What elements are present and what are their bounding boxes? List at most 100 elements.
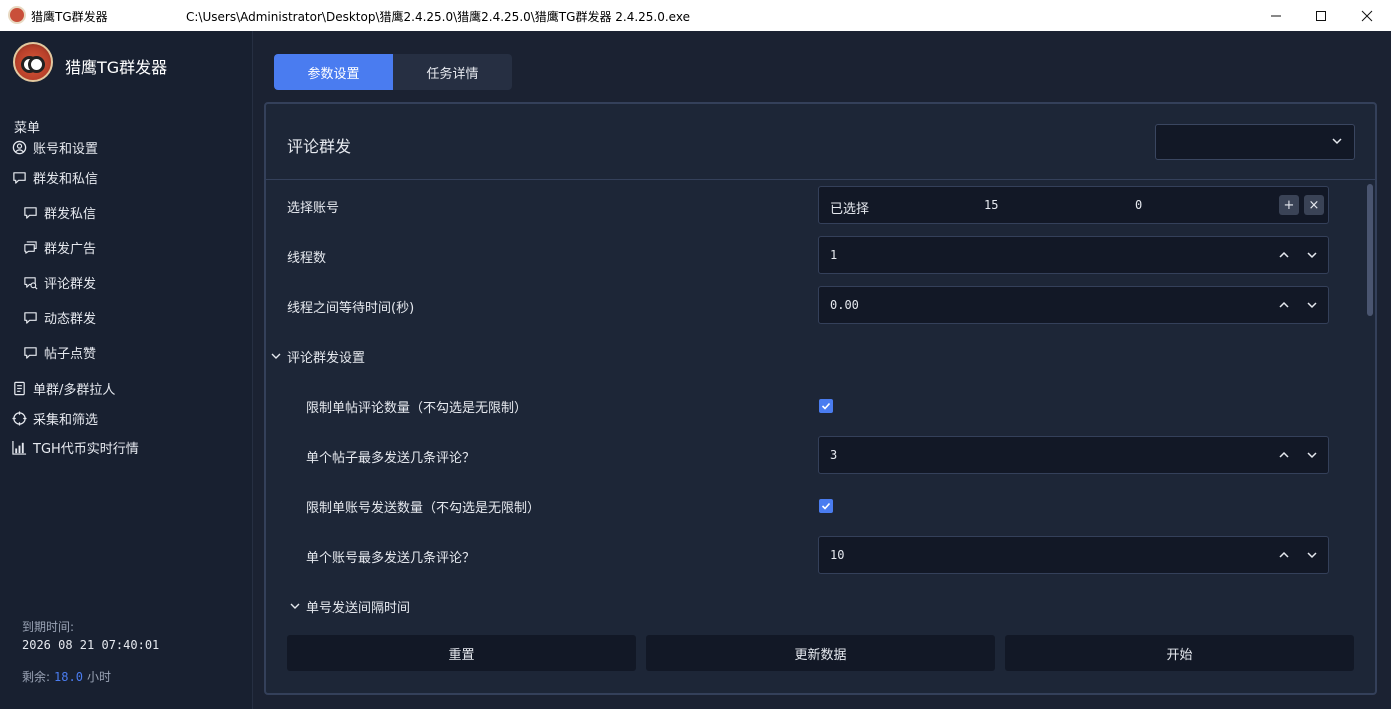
owl-app-icon <box>8 6 26 24</box>
chevron-down-icon[interactable] <box>270 350 282 362</box>
divider <box>266 179 1375 180</box>
user-circle-icon <box>12 140 27 155</box>
threads-stepper[interactable]: 1 <box>818 236 1329 274</box>
minimize-button[interactable] <box>1253 0 1299 31</box>
limit-post-label: 限制单帖评论数量（不勾选是无限制） <box>306 401 528 416</box>
sidebar-item-post-like[interactable]: 帖子点赞 <box>23 343 96 362</box>
sidebar-app-title: 猎鹰TG群发器 <box>65 58 168 77</box>
section-comment-settings[interactable]: 评论群发设置 <box>287 347 365 366</box>
start-button[interactable]: 开始 <box>1005 635 1354 671</box>
wait-label: 线程之间等待时间(秒) <box>287 301 415 316</box>
sidebar-item-label: 单群/多群拉人 <box>33 383 116 398</box>
scrollbar[interactable] <box>1365 180 1375 620</box>
remaining-value: 18.0 <box>54 670 83 684</box>
max-per-account-stepper[interactable]: 10 <box>818 536 1329 574</box>
section-interval[interactable]: 单号发送间隔时间 <box>306 597 410 616</box>
sidebar-item-label: 群发广告 <box>44 242 97 257</box>
clear-account-button[interactable]: × <box>1304 195 1324 215</box>
reset-button[interactable]: 重置 <box>287 635 636 671</box>
limit-account-checkbox[interactable] <box>819 499 833 513</box>
chevron-down-icon[interactable] <box>1304 297 1320 313</box>
document-icon <box>12 381 27 396</box>
sidebar-item-account-settings[interactable]: 账号和设置 <box>12 138 98 157</box>
sidebar-item-scrape-filter[interactable]: 采集和筛选 <box>12 409 98 428</box>
max-per-post-value: 3 <box>830 448 838 462</box>
window-path: C:\Users\Administrator\Desktop\猎鹰2.4.25.… <box>186 10 690 24</box>
expiry-label: 到期时间: <box>22 620 75 634</box>
account-count-selected: 15 <box>984 198 999 212</box>
threads-value: 1 <box>830 248 838 262</box>
chat-bubble-icon <box>23 345 38 360</box>
sidebar-item-label: TGH代币实时行情 <box>33 442 139 457</box>
chevron-down-icon[interactable] <box>1304 447 1320 463</box>
remaining-time: 剩余: 18.0 小时 <box>22 668 111 685</box>
chevron-up-icon[interactable] <box>1276 447 1292 463</box>
sidebar-item-label: 帖子点赞 <box>44 347 97 362</box>
account-label: 选择账号 <box>287 201 340 216</box>
chevron-up-icon[interactable] <box>1276 247 1292 263</box>
bar-chart-icon <box>12 440 27 455</box>
remaining-unit: 小时 <box>86 670 111 684</box>
max-per-account-value: 10 <box>830 548 845 562</box>
remaining-label: 剩余: <box>22 670 51 684</box>
sidebar-item-label: 账号和设置 <box>33 142 99 157</box>
close-icon <box>1361 10 1373 21</box>
account-count-other: 0 <box>1135 198 1143 212</box>
wait-stepper[interactable]: 0.00 <box>818 286 1329 324</box>
chevron-down-icon[interactable] <box>1304 247 1320 263</box>
tab-parameter-settings[interactable]: 参数设置 <box>274 54 393 90</box>
wait-value: 0.00 <box>830 298 859 312</box>
minimize-icon <box>1271 15 1281 16</box>
refresh-data-button[interactable]: 更新数据 <box>646 635 995 671</box>
add-account-button[interactable]: + <box>1279 195 1299 215</box>
owl-logo <box>13 42 53 82</box>
sidebar-item-broadcast[interactable]: 群发和私信 <box>12 168 98 187</box>
sidebar-item-tgh-market[interactable]: TGH代币实时行情 <box>12 438 139 457</box>
crosshair-icon <box>12 411 27 426</box>
expiry-value: 2026 08 21 07:40:01 <box>22 638 160 652</box>
maximize-icon <box>1316 10 1326 21</box>
chat-bubble-icon <box>23 310 38 325</box>
clear-icon: × <box>1308 197 1320 213</box>
sidebar: 猎鹰TG群发器 菜单 账号和设置 群发和私信 群发私信 群发广告 评论群发 动态… <box>0 31 253 709</box>
panel-title: 评论群发 <box>287 137 352 156</box>
close-button[interactable] <box>1344 0 1390 31</box>
sidebar-item-bulk-ads[interactable]: 群发广告 <box>23 238 96 257</box>
chat-double-icon <box>23 240 38 255</box>
chevron-down-icon[interactable] <box>1304 547 1320 563</box>
chevron-up-icon[interactable] <box>1276 547 1292 563</box>
checkmark-icon <box>821 402 831 410</box>
threads-label: 线程数 <box>287 251 327 266</box>
sidebar-item-label: 群发私信 <box>44 207 97 222</box>
sidebar-item-bulk-dm[interactable]: 群发私信 <box>23 203 96 222</box>
chat-bubble-icon <box>23 205 38 220</box>
settings-panel: 评论群发 选择账号 已选择 15 0 + × 线程数 1 线程之间等待时间(秒)… <box>264 102 1377 695</box>
account-selector[interactable]: 已选择 15 0 + × <box>818 186 1329 224</box>
max-per-post-stepper[interactable]: 3 <box>818 436 1329 474</box>
sidebar-item-label: 采集和筛选 <box>33 413 99 428</box>
chevron-up-icon[interactable] <box>1276 297 1292 313</box>
title-bar: 猎鹰TG群发器 C:\Users\Administrator\Desktop\猎… <box>0 0 1391 31</box>
checkmark-icon <box>821 502 831 510</box>
chevron-down-icon[interactable] <box>289 600 301 612</box>
sidebar-item-group-invite[interactable]: 单群/多群拉人 <box>12 379 115 398</box>
scrollbar-thumb[interactable] <box>1367 184 1373 316</box>
sidebar-item-comment-broadcast[interactable]: 评论群发 <box>23 273 96 292</box>
menu-heading: 菜单 <box>14 121 41 136</box>
limit-post-checkbox[interactable] <box>819 399 833 413</box>
account-status: 已选择 <box>830 202 870 217</box>
maximize-button[interactable] <box>1298 0 1344 31</box>
plus-icon: + <box>1283 197 1295 213</box>
sidebar-item-label: 评论群发 <box>44 277 97 292</box>
max-per-account-label: 单个账号最多发送几条评论？ <box>306 551 476 566</box>
chat-search-icon <box>23 275 38 290</box>
sidebar-item-label: 群发和私信 <box>33 172 99 187</box>
sidebar-item-label: 动态群发 <box>44 312 97 327</box>
chevron-down-icon <box>1332 138 1342 145</box>
preset-select[interactable] <box>1155 124 1355 160</box>
sidebar-item-dynamic-broadcast[interactable]: 动态群发 <box>23 308 96 327</box>
tab-task-details[interactable]: 任务详情 <box>393 54 512 90</box>
max-per-post-label: 单个帖子最多发送几条评论？ <box>306 451 476 466</box>
chat-bubble-icon <box>12 170 27 185</box>
window-app-name: 猎鹰TG群发器 <box>31 10 108 24</box>
